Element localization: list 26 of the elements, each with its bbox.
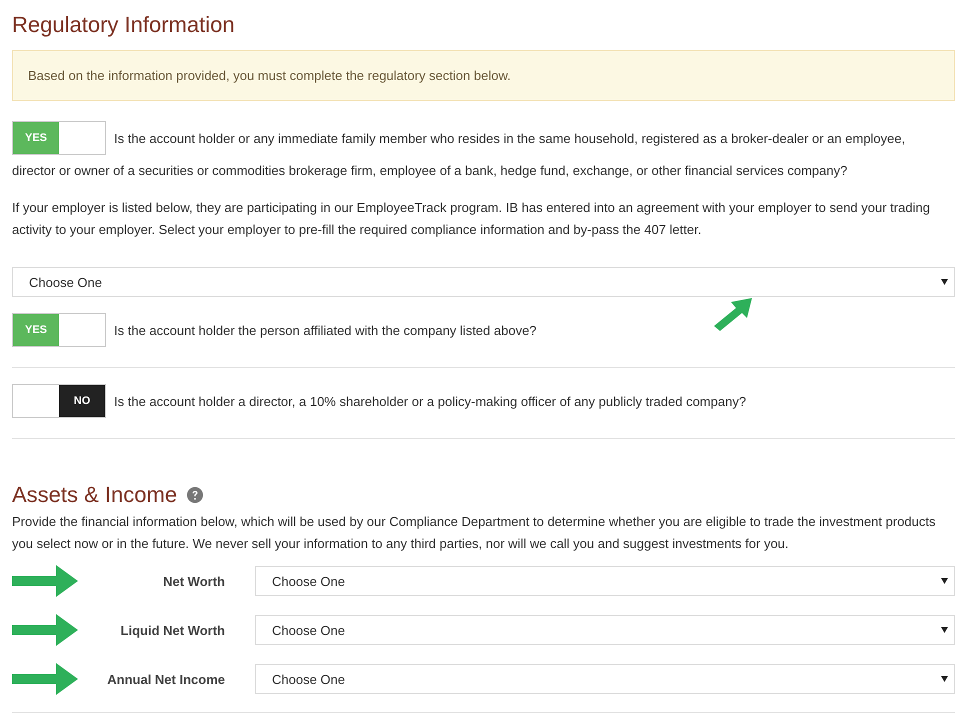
question-text: director or owner of a securities or commodities brokerage firm, employee of a bank, hedge fund, exchange, or other financial services company? [12, 162, 848, 180]
section-title: Assets & Income [12, 481, 178, 509]
help-icon[interactable] [187, 487, 204, 503]
arrow-icon [712, 296, 754, 332]
arrow-icon [12, 663, 78, 695]
dropdown-field[interactable]: Choose One [255, 615, 955, 645]
arrow-icon [12, 565, 78, 597]
question-text: Is the account holder a director, a 10% shareholder or a policy-making officer of any publicly traded company? [114, 394, 746, 408]
caret-icon [941, 627, 948, 633]
section-title: Regulatory Information [12, 11, 236, 39]
field-label: Liquid Net Worth [120, 622, 225, 638]
question-text: Is the account holder or any immediate family member who resides in the same household, registered as a broker-dealer or an employee, [114, 130, 906, 146]
employer-select[interactable]: Choose One [12, 267, 955, 297]
info-paragraph: If your employer is listed below, they are participating in our EmployeeTrack program. IB has entered into an agreement with your employer to send your trading activity to your employer. Select your employer to pre-fill the required compliance information and by-pass the 407 letter. [12, 199, 931, 239]
arrow-icon [12, 614, 78, 646]
field-label: Net Worth [162, 574, 225, 588]
info-paragraph: Provide the financial information below, which will be used by our Compliance Department to determine whether you are eligible to trade the investment products you select now or in the future. We never sell your information to any third parties, nor will we call you and suggest investments for you. [12, 513, 936, 553]
dropdown-field[interactable]: Choose One [255, 664, 955, 694]
field-label: Annual Net Income [106, 672, 225, 686]
caret-icon [941, 279, 948, 285]
dropdown-field[interactable]: Choose One [255, 566, 955, 596]
caret-icon [941, 676, 948, 682]
question-text: Is the account holder the person affiliated with the company listed above? [114, 322, 537, 338]
yes-no-toggle[interactable]: NO [12, 384, 106, 418]
notice-banner: Based on the information provided, you must complete the regulatory section below. [12, 50, 955, 101]
caret-icon [941, 578, 948, 584]
